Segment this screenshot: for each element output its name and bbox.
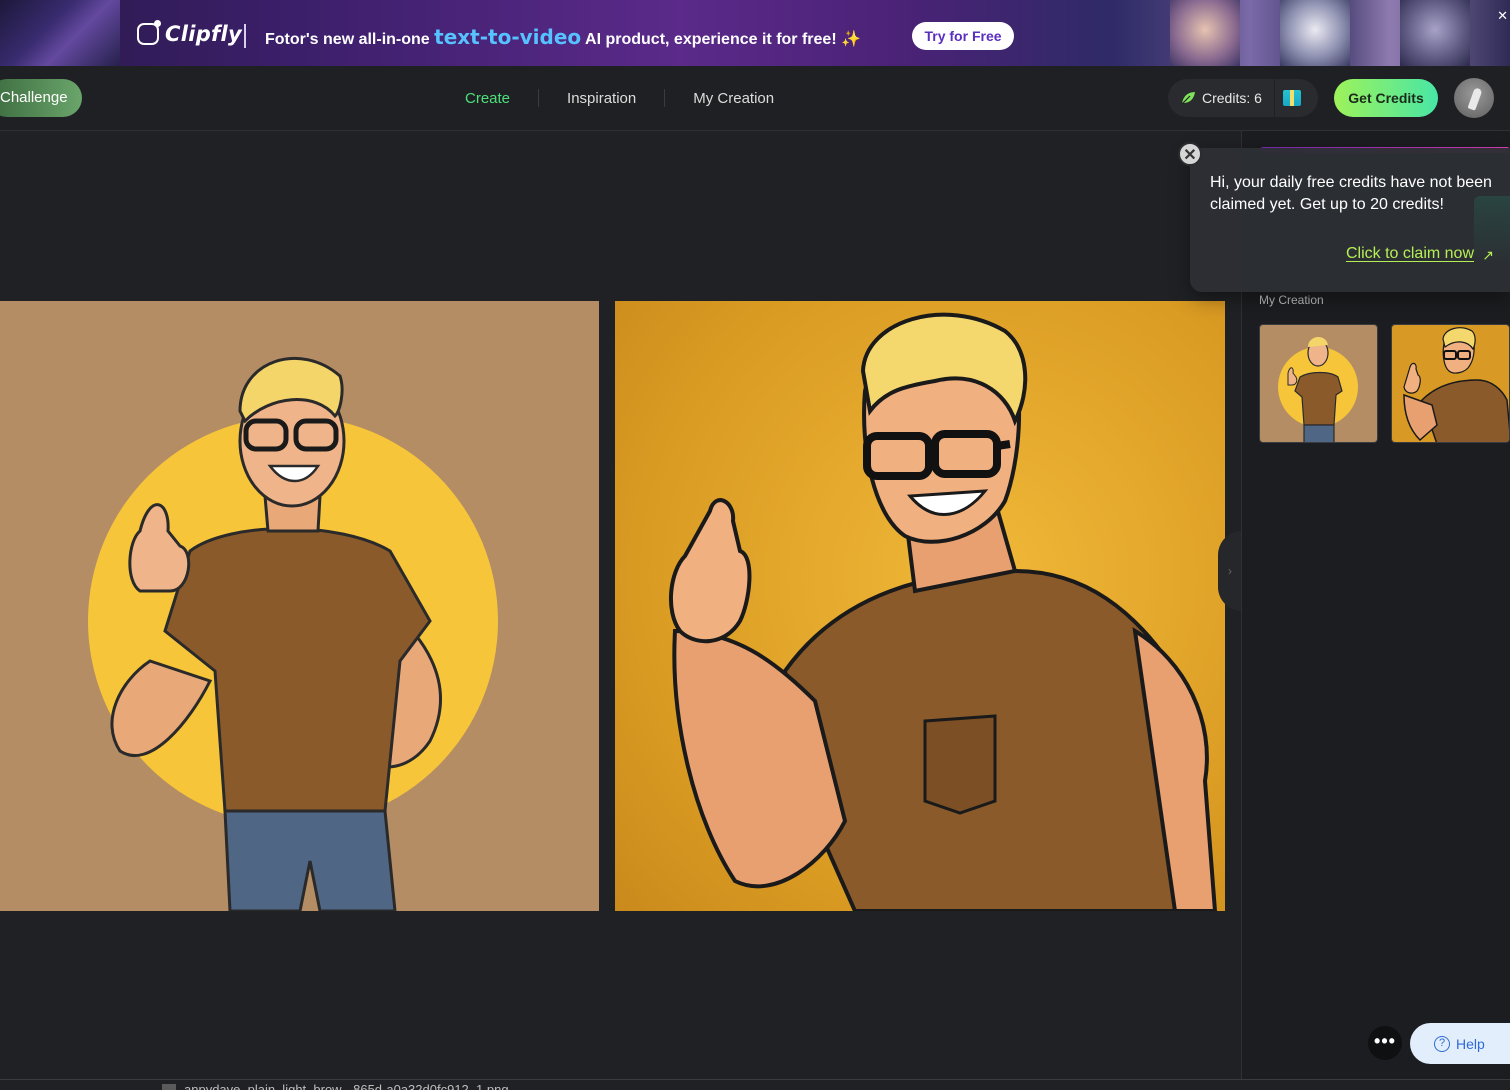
generated-image-2[interactable]: [615, 301, 1225, 911]
tab-divider: [538, 89, 540, 107]
claim-credits-message: Hi, your daily free credits have not bee…: [1210, 174, 1492, 213]
credits-pill[interactable]: Credits: 6: [1168, 79, 1318, 117]
leaf-icon: [1180, 90, 1196, 106]
banner-portrait-image: [1170, 0, 1240, 66]
promo-highlight: text-to-video: [434, 25, 582, 49]
creation-thumbnail[interactable]: [1259, 324, 1378, 443]
sparkle-icon: ✨: [841, 31, 862, 48]
result-canvas: ›: [0, 131, 1242, 1081]
tab-create[interactable]: Create: [465, 90, 510, 107]
clipfly-logo-text: Clipfly: [165, 22, 242, 46]
clipfly-logo[interactable]: Clipfly: [137, 20, 242, 46]
banner-divider: [244, 24, 246, 48]
credits-divider: [1273, 79, 1275, 117]
user-avatar[interactable]: [1454, 78, 1494, 118]
banner-figure-image: [1400, 0, 1470, 66]
chevron-right-icon[interactable]: ›: [1218, 531, 1242, 611]
download-filename[interactable]: anpydave_plain_light_brow_-865d-a0a32d0f…: [184, 1082, 509, 1090]
banner-artwork-right: [1110, 0, 1510, 66]
banner-artwork-left: [0, 0, 120, 66]
get-credits-button[interactable]: Get Credits: [1334, 79, 1438, 117]
app-root: { "banner": { "logo_text": "Clipfly", "p…: [0, 0, 1510, 1090]
promo-suffix: AI product, experience it for free!: [585, 31, 837, 48]
creation-thumbnail[interactable]: [1391, 324, 1510, 443]
claim-credits-popover: Hi, your daily free credits have not bee…: [1190, 148, 1510, 292]
challenge-button[interactable]: Challenge: [0, 79, 82, 117]
clipfly-logo-icon: [137, 20, 161, 45]
top-navigation: Challenge Create Inspiration My Creation…: [0, 66, 1510, 131]
close-icon[interactable]: ✕: [1178, 142, 1202, 166]
my-creation-label: My Creation: [1259, 293, 1324, 307]
try-for-free-button[interactable]: Try for Free: [912, 22, 1014, 50]
promo-text: Fotor's new all-in-one text-to-video AI …: [265, 25, 861, 49]
banner-close-icon[interactable]: ✕: [1497, 8, 1508, 24]
download-bar: anpydave_plain_light_brow_-865d-a0a32d0f…: [0, 1079, 1510, 1090]
promo-prefix: Fotor's new all-in-one: [265, 31, 430, 48]
question-circle-icon: ?: [1434, 1035, 1450, 1052]
main-tabs: Create Inspiration My Creation: [465, 66, 774, 130]
more-options-button[interactable]: •••: [1368, 1026, 1402, 1060]
claim-now-link[interactable]: Click to claim now: [1346, 245, 1474, 263]
banner-astronaut-image: [1280, 0, 1350, 66]
promo-banner[interactable]: Clipfly Fotor's new all-in-one text-to-v…: [0, 0, 1510, 66]
generated-image-1[interactable]: [0, 301, 599, 911]
gift-icon[interactable]: [1282, 90, 1301, 106]
tab-inspiration[interactable]: Inspiration: [567, 90, 636, 107]
tab-my-creation[interactable]: My Creation: [693, 90, 774, 107]
credits-count: Credits: 6: [1202, 90, 1262, 106]
help-button[interactable]: ? Help: [1410, 1023, 1510, 1064]
tab-divider: [664, 89, 666, 107]
arrow-up-right-icon[interactable]: ↗: [1482, 247, 1494, 264]
file-icon: [162, 1084, 176, 1090]
help-label: Help: [1456, 1035, 1485, 1052]
